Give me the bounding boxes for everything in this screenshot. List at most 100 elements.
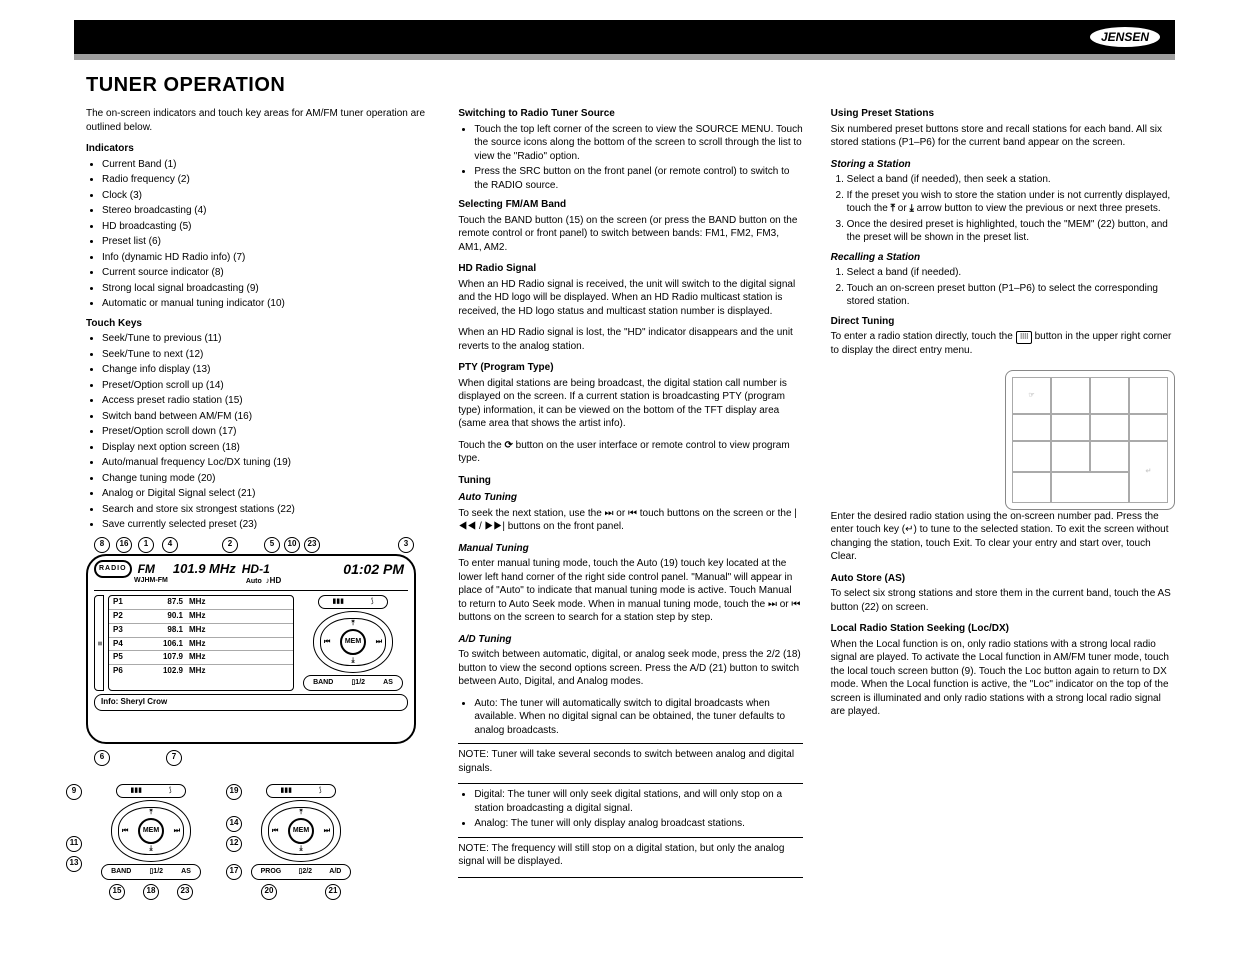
preset-row[interactable]: P6102.9MHz xyxy=(109,665,293,678)
keypad-key[interactable] xyxy=(1129,414,1168,441)
prev-track-icon[interactable]: ⏮ xyxy=(324,637,330,646)
radio-screen-diagram: 8 16 1 4 2 5 10 23 3 RADIO FM 101.9 MHz … xyxy=(86,538,430,900)
touchkey-item: Change info display (13) xyxy=(102,363,430,377)
up-arrow-icon[interactable]: ⤒ xyxy=(351,619,354,628)
callout-16: 16 xyxy=(116,537,132,553)
band-button[interactable]: BAND xyxy=(313,678,333,687)
manual-heading: Manual Tuning xyxy=(458,542,802,556)
note: NOTE: Tuner will take several seconds to… xyxy=(458,748,802,775)
pty-heading: PTY (Program Type) xyxy=(458,361,802,375)
keypad-key[interactable]: ☞ xyxy=(1012,377,1051,414)
page-button[interactable]: ▯2/2 xyxy=(298,867,312,876)
signal-icon[interactable]: ▮▮▮ xyxy=(130,786,142,795)
keypad-key[interactable] xyxy=(1012,441,1051,472)
indicator-item: Current source indicator (8) xyxy=(102,266,430,280)
callout-9: 9 xyxy=(66,784,82,800)
store-list: Select a band (if needed), then seek a s… xyxy=(831,173,1175,245)
store-heading: Storing a Station xyxy=(831,158,1175,172)
radio-screen: RADIO FM 101.9 MHz HD-1 01:02 PM WJHM-FM… xyxy=(86,554,416,744)
down-arrow-icon[interactable]: ⤓ xyxy=(351,656,354,665)
keypad-enter[interactable]: ↵ xyxy=(1129,441,1168,503)
frequency-indicator: 101.9 MHz xyxy=(173,560,236,578)
up-arrow-icon[interactable]: ⤒ xyxy=(299,808,302,817)
switch-item: Touch the top left corner of the screen … xyxy=(474,123,802,164)
as-text: To select six strong stations and store … xyxy=(831,587,1175,614)
down-arrow-icon[interactable]: ⤓ xyxy=(299,844,302,853)
dpad: MEM ⤒ ⤓ ⏮ ⏭ xyxy=(313,611,393,673)
touchkeys-heading: Touch Keys xyxy=(86,317,430,331)
keypad-exit[interactable] xyxy=(1012,472,1051,503)
signal-icon[interactable]: ▮▮▮ xyxy=(280,786,292,795)
recall-heading: Recalling a Station xyxy=(831,251,1175,265)
column-1: The on-screen indicators and touch key a… xyxy=(86,107,430,900)
touchkey-item: Seek/Tune to previous (11) xyxy=(102,332,430,346)
mem-button[interactable]: MEM xyxy=(288,818,314,844)
ldx-text: When the Local function is on, only radi… xyxy=(831,638,1175,719)
keypad-key[interactable] xyxy=(1012,414,1051,441)
note2: NOTE: The frequency will still stop on a… xyxy=(458,842,802,869)
source-indicator[interactable]: RADIO xyxy=(94,560,132,577)
ad-button[interactable]: A/D xyxy=(329,867,341,876)
callout-4: 4 xyxy=(162,537,178,553)
keypad-key[interactable] xyxy=(1051,441,1090,472)
keypad-key[interactable] xyxy=(1051,377,1090,414)
preset-row[interactable]: P4106.1MHz xyxy=(109,638,293,652)
prev-track-icon[interactable]: ⏮ xyxy=(122,826,128,835)
band-button[interactable]: BAND xyxy=(111,867,131,876)
direct-text: To enter a radio station directly, touch… xyxy=(831,330,1175,358)
ad-item: Digital: The tuner will only seek digita… xyxy=(474,788,802,815)
top-row-buttons[interactable]: ▮▮▮ ⟆ xyxy=(318,595,388,609)
top-row-buttons[interactable]: ▮▮▮ ⟆ xyxy=(116,784,186,798)
keypad-key[interactable] xyxy=(1090,377,1129,414)
auto-heading: Auto Tuning xyxy=(458,491,802,505)
column-3: Using Preset Stations Six numbered prese… xyxy=(831,107,1175,900)
callout-6: 6 xyxy=(94,750,110,766)
down-arrow-icon: ⤓ xyxy=(909,202,913,216)
preset-row[interactable]: P398.1MHz xyxy=(109,624,293,638)
top-black-bar: JENSEN xyxy=(74,20,1175,54)
callout-23: 23 xyxy=(304,537,320,553)
mem-button[interactable]: MEM xyxy=(138,818,164,844)
side-tab[interactable]: ≣ xyxy=(94,595,104,691)
next-track-icon[interactable]: ⏭ xyxy=(174,826,180,835)
antenna-icon[interactable]: ⟆ xyxy=(319,786,322,795)
signal-text2: When an HD Radio signal is lost, the "HD… xyxy=(458,326,802,353)
signal-icon[interactable]: ▮▮▮ xyxy=(332,597,344,606)
prev-track-icon[interactable]: ⏮ xyxy=(272,826,278,835)
preset-row[interactable]: P290.1MHz xyxy=(109,610,293,624)
band-text: Touch the BAND button (15) on the screen… xyxy=(458,214,802,255)
preset-heading: Using Preset Stations xyxy=(831,107,1175,121)
info-bar[interactable]: Info: Sheryl Crow xyxy=(94,694,408,711)
keypad-key[interactable] xyxy=(1051,414,1090,441)
as-heading: Auto Store (AS) xyxy=(831,572,1175,586)
tuning-heading: Tuning xyxy=(458,474,802,488)
mem-button[interactable]: MEM xyxy=(340,629,366,655)
station-callsign: WJHM-FM xyxy=(134,576,168,587)
keypad-key[interactable] xyxy=(1090,414,1129,441)
antenna-icon[interactable]: ⟆ xyxy=(169,786,172,795)
preset-row[interactable]: P187.5MHz xyxy=(109,596,293,610)
keypad-icon: ⠿⠿ xyxy=(1016,331,1032,344)
prog-button[interactable]: PROG xyxy=(261,867,282,876)
top-row-buttons[interactable]: ▮▮▮ ⟆ xyxy=(266,784,336,798)
callout-7: 7 xyxy=(166,750,182,766)
page-button[interactable]: ▯1/2 xyxy=(351,678,365,687)
down-arrow-icon[interactable]: ⤓ xyxy=(149,844,152,853)
ad-heading: A/D Tuning xyxy=(458,633,802,647)
touchkeys-list: Seek/Tune to previous (11) Seek/Tune to … xyxy=(86,332,430,532)
as-button[interactable]: AS xyxy=(383,678,393,687)
next-track-icon[interactable]: ⏭ xyxy=(324,826,330,835)
page-button[interactable]: ▯1/2 xyxy=(149,867,163,876)
as-button[interactable]: AS xyxy=(181,867,191,876)
indicator-item: Info (dynamic HD Radio info) (7) xyxy=(102,251,430,265)
keypad-zero[interactable] xyxy=(1051,472,1129,503)
antenna-icon[interactable]: ⟆ xyxy=(371,597,374,606)
next-track-icon[interactable]: ⏭ xyxy=(376,637,382,646)
keypad-key[interactable] xyxy=(1129,377,1168,414)
preset-row[interactable]: P5107.9MHz xyxy=(109,651,293,665)
up-arrow-icon[interactable]: ⤒ xyxy=(149,808,152,817)
divider xyxy=(458,837,802,838)
indicator-item: Clock (3) xyxy=(102,189,430,203)
touchkey-item: Display next option screen (18) xyxy=(102,441,430,455)
keypad-key[interactable] xyxy=(1090,441,1129,472)
